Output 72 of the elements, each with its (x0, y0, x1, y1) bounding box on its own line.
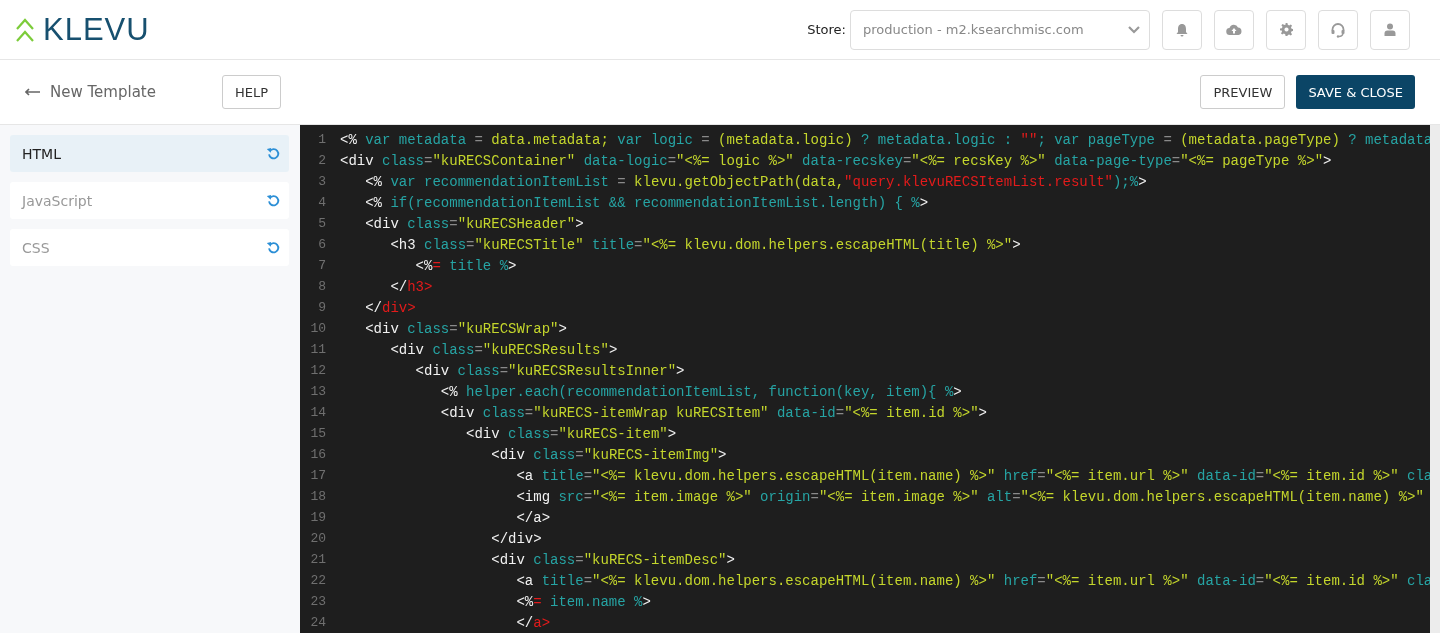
preview-button[interactable]: PREVIEW (1200, 75, 1286, 109)
reset-icon[interactable] (267, 241, 280, 254)
reset-icon[interactable] (267, 147, 280, 160)
code-line: <div class="kuRECSResultsInner"> (414, 362, 685, 379)
line-number: 17 (309, 468, 326, 483)
line-number: 19 (309, 510, 326, 525)
line-number: 1 (317, 132, 326, 147)
line-number: 3 (317, 174, 326, 189)
account-button[interactable] (1370, 9, 1410, 50)
code-line: <div class="kuRECSWrap"> (364, 320, 567, 337)
line-number: 8 (317, 279, 326, 294)
settings-icon (1279, 23, 1293, 36)
code-line: <div class="kuRECS-item"> (465, 425, 677, 442)
code-line: </a> (515, 509, 551, 526)
line-number: 6 (317, 237, 326, 252)
code-line: </h3> (389, 278, 433, 295)
line-number: 22 (309, 573, 326, 588)
code-line: <div class="kuRECSContainer" data-logic="<%= logic %>" data-recskey="<%= recsKey %>" data-page-type="<%= pageType %>"> (340, 152, 1332, 169)
chevron-down-icon (1127, 24, 1141, 35)
line-number: 20 (309, 531, 326, 546)
chevrons-icon (15, 16, 35, 43)
line-number: 14 (309, 405, 326, 420)
upload-button[interactable] (1214, 9, 1254, 50)
code-line: </div> (364, 299, 416, 316)
code-line: <%= item.name %> (515, 593, 651, 610)
code-line: <div class="kuRECSResults"> (389, 341, 618, 358)
cloud-upload-icon (1226, 23, 1242, 36)
line-number: 7 (317, 258, 326, 273)
scrollbar[interactable] (1430, 125, 1440, 633)
code-line: </a> (515, 614, 551, 631)
code-line: <% if(recommendationItemList && recommendationItemList.length) { %> (364, 194, 929, 211)
line-number: 21 (309, 552, 326, 567)
line-number: 5 (317, 216, 326, 231)
line-number: 10 (309, 321, 326, 336)
bell-icon (1175, 22, 1189, 37)
help-button[interactable]: HELP (221, 75, 281, 109)
store-select[interactable]: production - m2.ksearchmisc.com (850, 9, 1150, 50)
code-editor[interactable] (300, 125, 1440, 633)
reset-icon[interactable] (267, 194, 280, 207)
line-number: 11 (309, 342, 326, 357)
back-link[interactable]: New Template (25, 83, 156, 101)
line-number: 2 (317, 153, 326, 168)
line-number: 23 (309, 594, 326, 609)
line-number: 9 (317, 300, 326, 315)
code-line: <% var metadata = data.metadata; var logic = (metadata.logic) ? metadata.logic : ""; var pageType = (metadata.pageType) ? metadata (340, 131, 1433, 148)
code-line: <img src="<%= item.image %>" origin="<%= item.image %>" alt="<%= klevu.dom.helpers.escapeHTML(item.name) %>" (515, 488, 1424, 505)
line-number: 13 (309, 384, 326, 399)
user-icon (1384, 23, 1396, 36)
line-number: 18 (309, 489, 326, 504)
file-tab[interactable]: HTML (10, 135, 289, 172)
arrow-left-icon (25, 88, 41, 96)
notifications-button[interactable] (1162, 9, 1202, 50)
code-line: </div> (490, 530, 542, 547)
code-line: <div class="kuRECSHeader"> (364, 215, 584, 232)
code-line: <div class="kuRECS-itemImg"> (490, 446, 727, 463)
line-number: 4 (317, 195, 326, 210)
line-number: 24 (309, 615, 326, 630)
save-close-button[interactable]: SAVE & CLOSE (1296, 75, 1415, 109)
line-number: 12 (309, 363, 326, 378)
line-number: 16 (309, 447, 326, 462)
settings-button[interactable] (1266, 9, 1306, 50)
code-line: <div class="kuRECS-itemDesc"> (490, 551, 735, 568)
code-line: <%= title %> (414, 257, 517, 274)
store-label: Store: (807, 22, 846, 37)
code-line: <% var recommendationItemList = klevu.getObjectPath(data,"query.klevuRECSItemList.result");%> (364, 173, 1147, 190)
code-line: <h3 class="kuRECSTitle" title="<%= klevu.dom.helpers.escapeHTML(title) %>"> (389, 236, 1021, 253)
line-number: 15 (309, 426, 326, 441)
headset-icon (1330, 21, 1346, 38)
logo-wordmark: KLEVU (43, 11, 150, 48)
code-line: <div class="kuRECS-itemWrap kuRECSItem" data-id="<%= item.id %>"> (439, 404, 987, 421)
code-line: <% helper.each(recommendationItemList, function(key, item){ %> (439, 383, 962, 400)
support-button[interactable] (1318, 9, 1358, 50)
